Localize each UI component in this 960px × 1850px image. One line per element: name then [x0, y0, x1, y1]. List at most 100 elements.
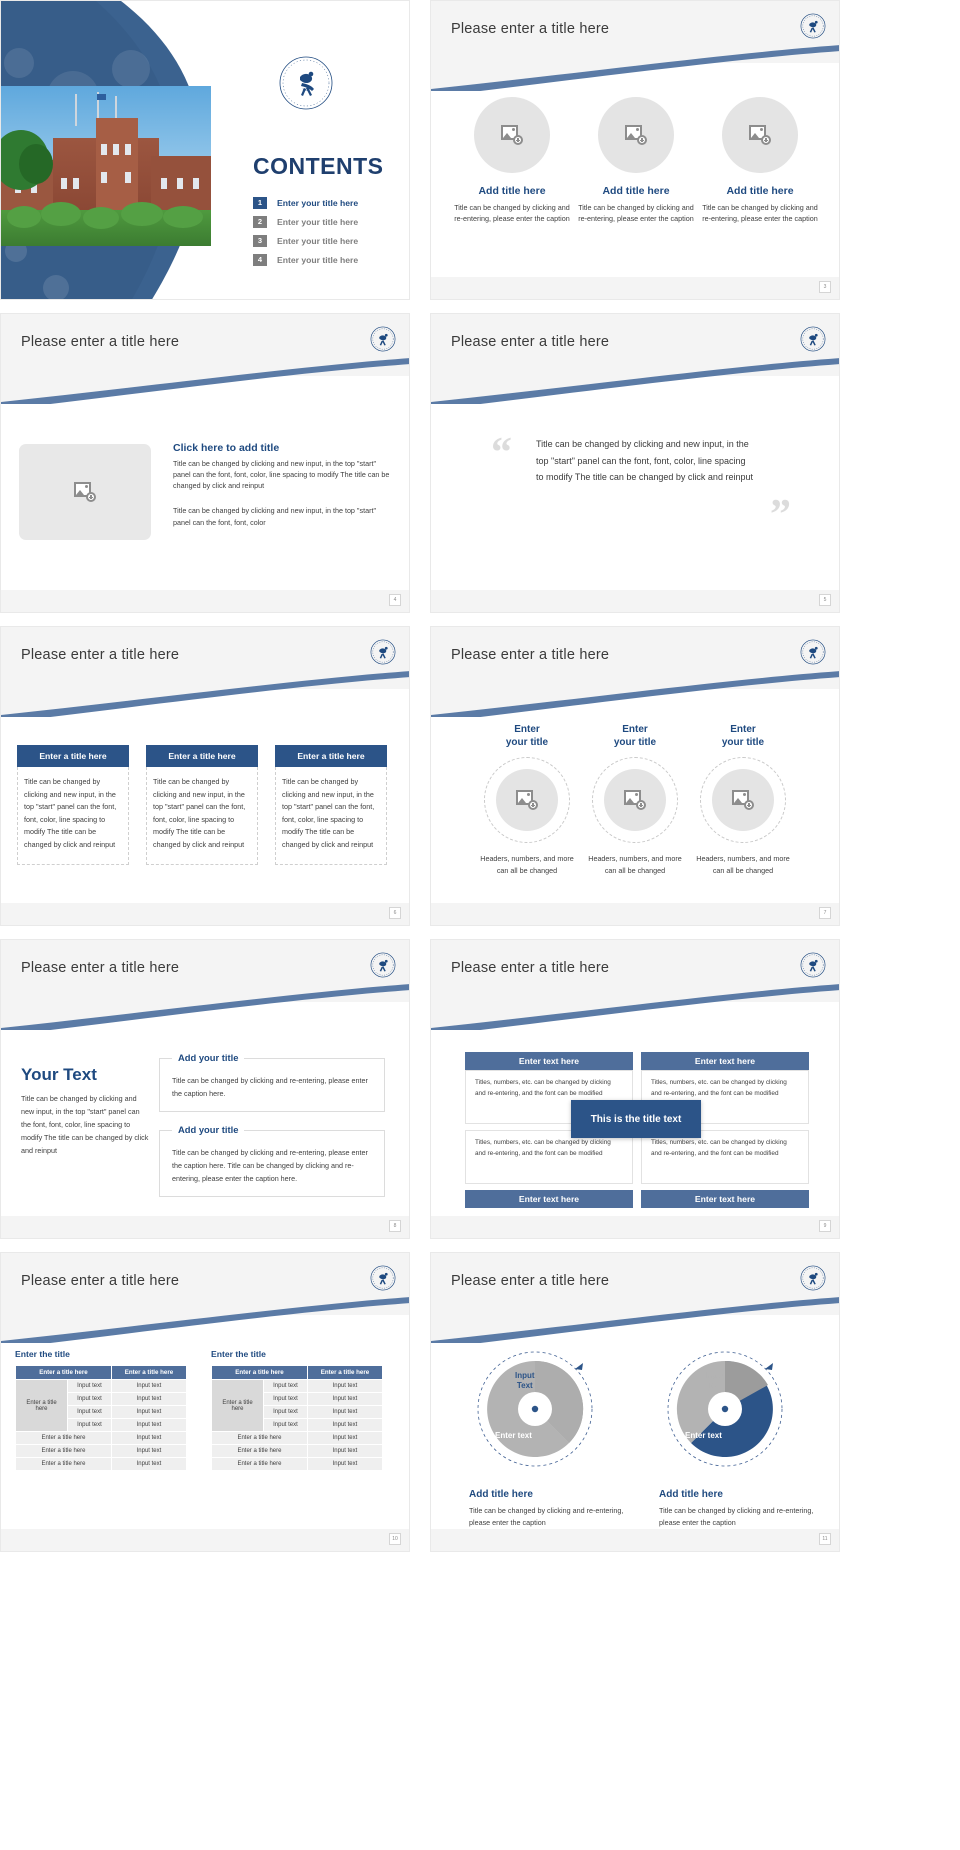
toc-item-1[interactable]: 1 Enter your title here [253, 193, 403, 212]
toc-item-2[interactable]: 2 Enter your title here [253, 212, 403, 231]
page-number: 5 [819, 594, 831, 606]
table-header-cell: Enter a title here [306, 1365, 384, 1380]
university-seal-logo [370, 1265, 396, 1291]
table-cell: Input text [110, 1379, 188, 1393]
column-3[interactable]: Enter a title here Title can be changed … [275, 745, 387, 865]
page-title: Please enter a title here [451, 960, 610, 976]
column-title: Enter your title [613, 724, 657, 748]
ring-column-3[interactable]: Enter your title Headers, numbers, and m… [691, 723, 795, 877]
university-seal-logo [800, 326, 826, 352]
text-block: Click here to add title Title can be cha… [173, 442, 395, 528]
page-title: Please enter a title here [21, 647, 180, 663]
image-placeholder[interactable] [496, 769, 558, 831]
image-placeholder[interactable] [474, 97, 550, 173]
table-1-label: Enter the title [15, 1349, 70, 1359]
toc-item-3[interactable]: 3 Enter your title here [253, 231, 403, 250]
paragraph-2: Title can be changed by clicking and new… [173, 506, 377, 527]
ring-column-1[interactable]: Enter your title Headers, numbers, and m… [475, 723, 579, 877]
slide-image-and-text[interactable]: Please enter a title here Click here to … [0, 313, 410, 613]
feature-column-2[interactable]: Add title here Title can be changed by c… [577, 97, 695, 224]
table-cell: Input text [306, 1392, 384, 1406]
column-1[interactable]: Enter a title here Title can be changed … [17, 745, 129, 865]
slide-three-circles[interactable]: Please enter a title here Add title here… [430, 0, 840, 300]
quadrant-cell-bottom-right[interactable]: Titles, numbers, etc. can be changed by … [641, 1130, 809, 1184]
column-header: Enter a title here [17, 745, 129, 767]
donut-caption: Title can be changed by clicking and re-… [469, 1506, 624, 1528]
quadrant-cell-bottom-left[interactable]: Titles, numbers, etc. can be changed by … [465, 1130, 633, 1184]
add-image-icon [625, 125, 647, 145]
column-2[interactable]: Enter a title here Title can be changed … [146, 745, 258, 865]
university-seal-logo [800, 952, 826, 978]
page-number: 3 [819, 281, 831, 293]
slide-footer-band [431, 1216, 839, 1238]
column-header: Enter a title here [146, 745, 258, 767]
quadrant-header-top-left: Enter text here [465, 1052, 633, 1070]
table-row: Enter a title here Input text [211, 1457, 384, 1471]
slide-footer-band [431, 277, 839, 299]
add-image-icon [74, 482, 96, 502]
add-image-icon [501, 125, 523, 145]
ring-column-2[interactable]: Enter your title Headers, numbers, and m… [583, 723, 687, 877]
slide-footer-band [431, 903, 839, 925]
toc-label: Enter your title here [277, 235, 359, 246]
university-seal-logo [800, 1265, 826, 1291]
your-text-heading: Your Text [21, 1065, 97, 1084]
section-heading: Click here to add title [173, 442, 280, 454]
data-table-2[interactable]: Enter a title here Enter a title here En… [211, 1365, 384, 1471]
slide-quadrant-matrix[interactable]: Please enter a title here Enter text her… [430, 939, 840, 1239]
donut-inner-label: Input Text [705, 1371, 725, 1390]
donut-title: Add title here [659, 1489, 723, 1500]
add-image-icon [624, 790, 646, 810]
table-merged-cell: Enter a title here [211, 1379, 264, 1432]
feature-column-3[interactable]: Add title here Title can be changed by c… [701, 97, 819, 224]
table-header-cell: Enter a title here [15, 1365, 112, 1380]
column-title: Add title here [478, 185, 546, 197]
callout-body: Title can be changed by clicking and re-… [172, 1148, 368, 1183]
callout-box-1[interactable]: Add your title Title can be changed by c… [159, 1052, 385, 1112]
table-header-cell: Enter a title here [110, 1365, 188, 1380]
slide-cover[interactable]: 1939 CONTENTS 1 Enter your title here 2 … [0, 0, 410, 300]
toc-number: 3 [253, 234, 267, 247]
table-row: Enter a title here Enter a title here [15, 1365, 188, 1380]
table-cell: Input text [306, 1418, 384, 1432]
slide-footer-band [1, 590, 409, 612]
slide-thumbnail-grid: 1939 CONTENTS 1 Enter your title here 2 … [0, 0, 960, 1850]
slide-data-tables[interactable]: Please enter a title here Enter the titl… [0, 1252, 410, 1552]
dashed-ring [592, 757, 678, 843]
slide-ring-circles[interactable]: Please enter a title here Enter your tit… [430, 626, 840, 926]
column-title: Enter your title [505, 724, 549, 748]
slide-footer-band [1, 1216, 409, 1238]
slide-three-columns[interactable]: Please enter a title here Enter a title … [0, 626, 410, 926]
column-caption: Headers, numbers, and more can all be ch… [696, 854, 790, 876]
slide-your-text[interactable]: Please enter a title here Your Text Titl… [0, 939, 410, 1239]
table-cell: Input text [263, 1379, 308, 1393]
image-placeholder[interactable] [598, 97, 674, 173]
image-placeholder[interactable] [722, 97, 798, 173]
toc-item-4[interactable]: 4 Enter your title here [253, 250, 403, 269]
slide-quote[interactable]: Please enter a title here “ Title can be… [430, 313, 840, 613]
center-title-badge: This is the title text [571, 1100, 701, 1138]
table-cell: Input text [263, 1392, 308, 1406]
image-placeholder[interactable] [19, 444, 151, 540]
table-cell: Input text [67, 1405, 112, 1419]
feature-column-1[interactable]: Add title here Title can be changed by c… [453, 97, 571, 224]
page-number: 10 [389, 1533, 401, 1545]
slide-donut-charts[interactable]: Please enter a title here Input Text Ent… [430, 1252, 840, 1552]
image-placeholder[interactable] [712, 769, 774, 831]
callout-box-2[interactable]: Add your title Title can be changed by c… [159, 1124, 385, 1197]
table-row: Enter a title here Input text [15, 1444, 188, 1458]
image-placeholder[interactable] [604, 769, 666, 831]
column-title: Enter your title [721, 724, 765, 748]
data-table-1[interactable]: Enter a title here Enter a title here En… [15, 1365, 188, 1471]
table-2-label: Enter the title [211, 1349, 266, 1359]
add-image-icon [732, 790, 754, 810]
table-cell: Input text [110, 1431, 188, 1445]
column-caption: Headers, numbers, and more can all be ch… [480, 854, 574, 876]
table-cell: Enter a title here [211, 1444, 308, 1458]
table-cell: Enter a title here [211, 1431, 308, 1445]
slide-footer-band [431, 590, 839, 612]
table-header-cell: Enter a title here [211, 1365, 308, 1380]
table-cell: Input text [67, 1392, 112, 1406]
callout-title: Add your title [172, 1052, 245, 1063]
quadrant-header-top-right: Enter text here [641, 1052, 809, 1070]
